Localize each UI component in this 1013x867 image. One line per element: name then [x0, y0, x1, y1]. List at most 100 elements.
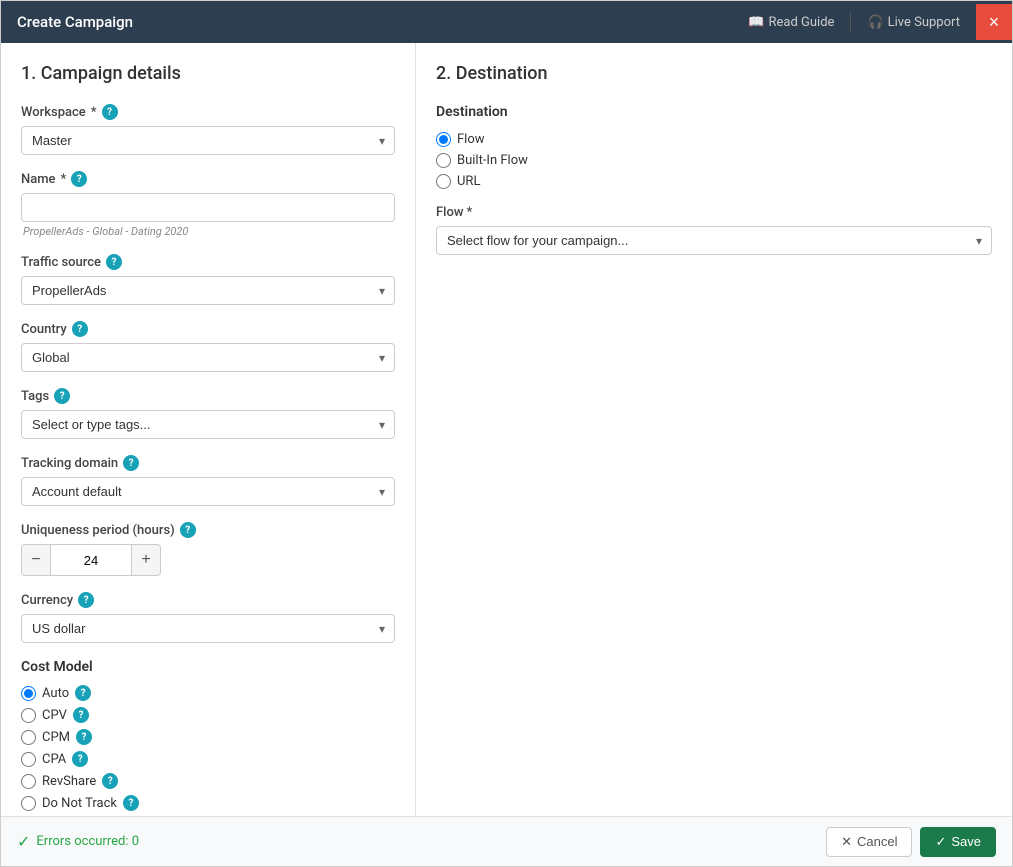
cost-model-cpv-radio[interactable] [21, 708, 36, 723]
traffic-source-select[interactable]: PropellerAds [21, 276, 395, 305]
cost-model-auto-item[interactable]: Auto ? [21, 685, 395, 701]
app-container: Create Campaign 📖 Read Guide 🎧 Live Supp… [0, 0, 1013, 867]
left-panel-title: 1. Campaign details [21, 63, 395, 84]
cost-model-cpm-radio[interactable] [21, 730, 36, 745]
country-label: Country ? [21, 321, 395, 337]
uniqueness-decrement-button[interactable]: − [21, 544, 51, 576]
cost-model-cpa-help-icon[interactable]: ? [72, 751, 88, 767]
header: Create Campaign 📖 Read Guide 🎧 Live Supp… [1, 1, 1012, 43]
flow-required: * [467, 205, 473, 220]
check-icon: ✓ [935, 834, 946, 850]
currency-label: Currency ? [21, 592, 395, 608]
cost-model-revshare-item[interactable]: RevShare ? [21, 773, 395, 789]
destination-built-in-flow-item[interactable]: Built-In Flow [436, 153, 992, 168]
workspace-select[interactable]: Master [21, 126, 395, 155]
cost-model-cpa-radio[interactable] [21, 752, 36, 767]
flow-group: Flow * Select flow for your campaign... [436, 205, 992, 255]
flow-select-wrapper: Select flow for your campaign... [436, 226, 992, 255]
cost-model-do-not-track-label: Do Not Track [42, 796, 117, 811]
currency-group: Currency ? US dollar [21, 592, 395, 643]
cancel-button[interactable]: ✕ Cancel [826, 827, 912, 857]
header-title: Create Campaign [17, 13, 133, 31]
cost-model-auto-help-icon[interactable]: ? [75, 685, 91, 701]
cost-model-cpm-help-icon[interactable]: ? [76, 729, 92, 745]
tracking-domain-label: Tracking domain ? [21, 455, 395, 471]
header-actions: 📖 Read Guide 🎧 Live Support × [748, 4, 996, 40]
country-select[interactable]: Global [21, 343, 395, 372]
tags-select-wrapper: Select or type tags... [21, 410, 395, 439]
cost-model-cpa-item[interactable]: CPA ? [21, 751, 395, 767]
check-circle-icon: ✓ [17, 832, 30, 851]
destination-url-radio[interactable] [436, 174, 451, 189]
country-group: Country ? Global [21, 321, 395, 372]
footer-actions: ✕ Cancel ✓ Save [826, 827, 996, 857]
cost-model-cpv-item[interactable]: CPV ? [21, 707, 395, 723]
tags-label: Tags ? [21, 388, 395, 404]
cost-model-revshare-help-icon[interactable]: ? [102, 773, 118, 789]
destination-built-in-flow-radio[interactable] [436, 153, 451, 168]
destination-flow-label: Flow [457, 132, 485, 147]
footer: ✓ Errors occurred: 0 ✕ Cancel ✓ Save [1, 816, 1012, 866]
live-support-link[interactable]: 🎧 Live Support [867, 15, 960, 30]
save-button[interactable]: ✓ Save [920, 827, 996, 857]
workspace-select-wrapper: Master [21, 126, 395, 155]
name-help-icon[interactable]: ? [71, 171, 87, 187]
traffic-source-select-wrapper: PropellerAds [21, 276, 395, 305]
destination-url-item[interactable]: URL [436, 174, 992, 189]
name-label: Name * ? [21, 171, 395, 187]
uniqueness-group: Uniqueness period (hours) ? − + [21, 522, 395, 576]
footer-status: ✓ Errors occurred: 0 [17, 832, 139, 851]
right-panel-title: 2. Destination [436, 63, 992, 84]
main-content: 1. Campaign details Workspace * ? Master… [1, 43, 1012, 816]
destination-built-in-flow-label: Built-In Flow [457, 153, 528, 168]
cost-model-cpv-help-icon[interactable]: ? [73, 707, 89, 723]
workspace-group: Workspace * ? Master [21, 104, 395, 155]
workspace-help-icon[interactable]: ? [102, 104, 118, 120]
cost-model-cpm-item[interactable]: CPM ? [21, 729, 395, 745]
currency-help-icon[interactable]: ? [78, 592, 94, 608]
destination-flow-item[interactable]: Flow [436, 132, 992, 147]
destination-label: Destination [436, 104, 992, 120]
flow-select[interactable]: Select flow for your campaign... [436, 226, 992, 255]
traffic-source-group: Traffic source ? PropellerAds [21, 254, 395, 305]
tags-group: Tags ? Select or type tags... [21, 388, 395, 439]
tracking-domain-select-wrapper: Account default [21, 477, 395, 506]
cost-model-cpv-label: CPV [42, 708, 67, 723]
uniqueness-input[interactable] [51, 544, 131, 576]
country-help-icon[interactable]: ? [72, 321, 88, 337]
tags-select[interactable]: Select or type tags... [21, 410, 395, 439]
cost-model-do-not-track-item[interactable]: Do Not Track ? [21, 795, 395, 811]
workspace-required: * [91, 105, 97, 120]
cost-model-auto-label: Auto [42, 686, 69, 701]
destination-radio-group: Flow Built-In Flow URL [436, 132, 992, 189]
headset-icon: 🎧 [867, 15, 883, 30]
name-input[interactable]: Dating 2020 [21, 193, 395, 222]
flow-label: Flow * [436, 205, 992, 220]
cost-model-radio-group: Auto ? CPV ? CPM ? C [21, 685, 395, 811]
left-panel: 1. Campaign details Workspace * ? Master… [1, 43, 416, 816]
cost-model-revshare-radio[interactable] [21, 774, 36, 789]
book-icon: 📖 [748, 15, 764, 30]
cost-model-cpa-label: CPA [42, 752, 66, 767]
uniqueness-increment-button[interactable]: + [131, 544, 161, 576]
tracking-domain-help-icon[interactable]: ? [123, 455, 139, 471]
uniqueness-stepper: − + [21, 544, 395, 576]
destination-url-label: URL [457, 174, 480, 189]
currency-select-wrapper: US dollar [21, 614, 395, 643]
read-guide-link[interactable]: 📖 Read Guide [748, 15, 834, 30]
name-required: * [61, 172, 67, 187]
times-icon: ✕ [841, 834, 852, 850]
tracking-domain-select[interactable]: Account default [21, 477, 395, 506]
uniqueness-help-icon[interactable]: ? [180, 522, 196, 538]
status-text: Errors occurred: 0 [36, 834, 139, 849]
cost-model-do-not-track-help-icon[interactable]: ? [123, 795, 139, 811]
close-button[interactable]: × [976, 4, 1012, 40]
cost-model-cpm-label: CPM [42, 730, 70, 745]
country-select-wrapper: Global [21, 343, 395, 372]
cost-model-auto-radio[interactable] [21, 686, 36, 701]
destination-flow-radio[interactable] [436, 132, 451, 147]
traffic-source-help-icon[interactable]: ? [106, 254, 122, 270]
cost-model-do-not-track-radio[interactable] [21, 796, 36, 811]
currency-select[interactable]: US dollar [21, 614, 395, 643]
tags-help-icon[interactable]: ? [54, 388, 70, 404]
